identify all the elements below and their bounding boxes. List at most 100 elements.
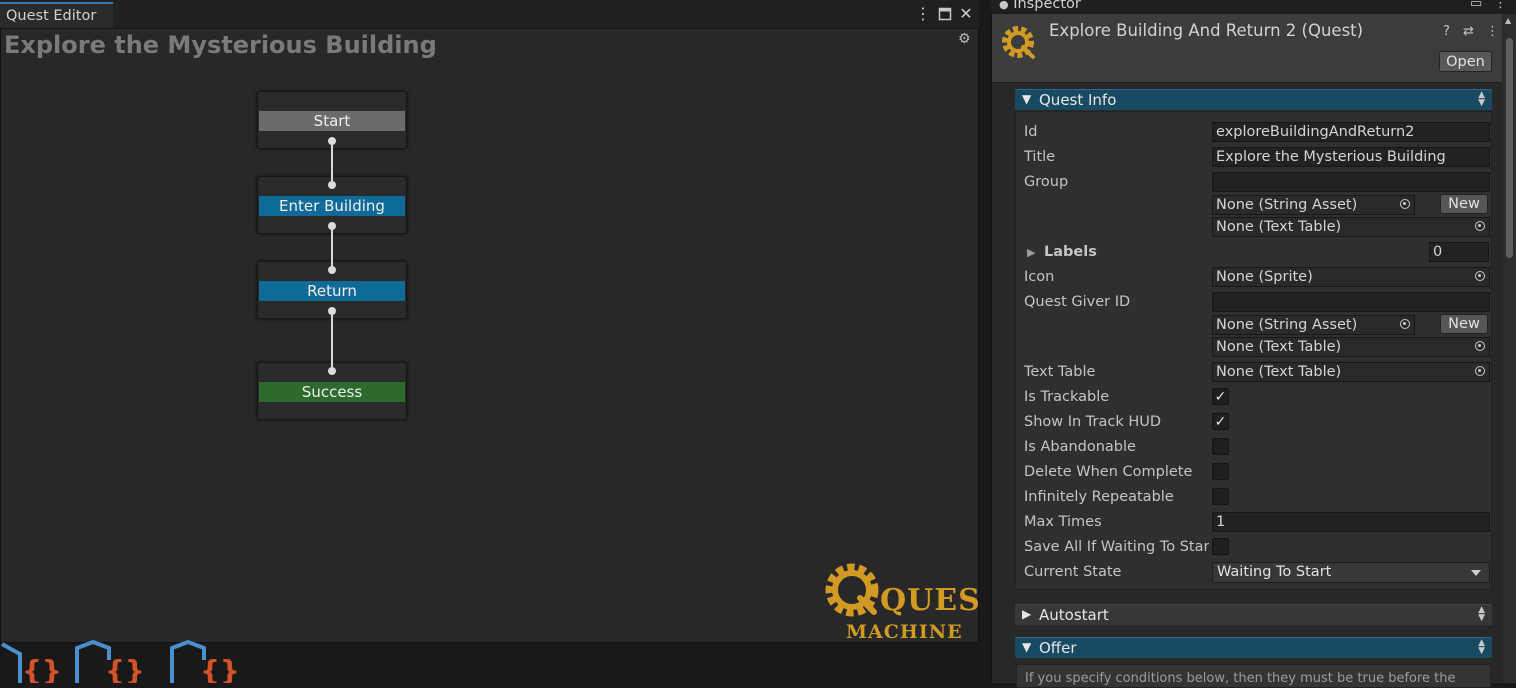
icon-value: None (Sprite) <box>1216 269 1313 285</box>
delete-when-complete-checkbox[interactable] <box>1212 463 1229 480</box>
group-text-table-field[interactable]: None (Text Table) <box>1212 217 1490 237</box>
current-state-label: Current State <box>1024 564 1122 580</box>
quest-giver-id-field[interactable] <box>1212 292 1490 312</box>
script-asset-icon: {} <box>75 640 145 683</box>
section-autostart[interactable]: ▶ Autostart ▲ ▼ <box>1015 604 1492 625</box>
more-icon[interactable]: ⋮ <box>1486 24 1499 39</box>
object-picker-icon[interactable] <box>1475 366 1485 376</box>
quest-asset-icon <box>1002 26 1035 59</box>
object-picker-icon[interactable] <box>1475 221 1485 231</box>
text-table-label: Text Table <box>1024 364 1096 380</box>
svg-text:QUEST: QUEST <box>880 583 980 618</box>
object-picker-icon[interactable] <box>1475 341 1485 351</box>
input-port[interactable] <box>328 181 336 189</box>
quest-giver-string-asset-value: None (String Asset) <box>1216 317 1358 333</box>
labels-foldout[interactable]: Labels <box>1044 244 1229 260</box>
inspector-object-name: Explore Building And Return 2 (Quest) <box>1049 21 1364 40</box>
is-trackable-label: Is Trackable <box>1024 389 1110 405</box>
show-in-track-hud-label: Show In Track HUD <box>1024 414 1162 430</box>
object-picker-icon[interactable] <box>1400 319 1410 329</box>
save-all-if-waiting-checkbox[interactable] <box>1212 538 1229 555</box>
current-state-value: Waiting To Start <box>1217 564 1332 580</box>
more-icon[interactable]: ⋮ <box>1494 0 1507 11</box>
output-port[interactable] <box>328 307 336 315</box>
node-label: Success <box>259 382 405 402</box>
section-label: Autostart <box>1039 606 1109 624</box>
is-abandonable-label: Is Abandonable <box>1024 439 1136 455</box>
reorder-icon: ▲ ▼ <box>1478 605 1485 623</box>
section-quest-info[interactable]: ▼ Quest Info ▲ ▼ <box>1015 89 1492 110</box>
quest-giver-new-button[interactable]: New <box>1440 314 1488 334</box>
text-table-value: None (Text Table) <box>1216 364 1342 380</box>
lock-icon[interactable]: ▭ <box>1470 0 1482 11</box>
group-new-button[interactable]: New <box>1440 194 1488 214</box>
id-field[interactable]: exploreBuildingAndReturn2 <box>1212 122 1490 142</box>
text-table-field[interactable]: None (Text Table) <box>1212 362 1490 382</box>
reorder-icon: ▲ ▼ <box>1478 90 1485 108</box>
tab-quest-editor[interactable]: Quest Editor <box>0 2 113 28</box>
current-state-dropdown[interactable]: Waiting To Start <box>1212 562 1490 583</box>
preset-icon[interactable]: ⇄ <box>1463 24 1474 39</box>
connection-wire <box>331 230 333 266</box>
collapsed-arrow-icon[interactable]: ▶ <box>1027 246 1035 259</box>
close-icon[interactable]: ✕ <box>957 5 975 23</box>
infinitely-repeatable-label: Infinitely Repeatable <box>1024 489 1174 505</box>
max-times-label: Max Times <box>1024 514 1102 530</box>
icon-field[interactable]: None (Sprite) <box>1212 267 1490 287</box>
scrollbar-thumb[interactable] <box>1506 38 1513 258</box>
expanded-arrow-icon: ▼ <box>1022 92 1032 106</box>
title-field[interactable]: Explore the Mysterious Building <box>1212 147 1490 167</box>
group-text-table-value: None (Text Table) <box>1216 219 1342 235</box>
quest-giver-text-table-value: None (Text Table) <box>1216 339 1342 355</box>
show-in-track-hud-checkbox[interactable]: ✓ <box>1212 413 1229 430</box>
node-label: Return <box>259 281 405 301</box>
open-button[interactable]: Open <box>1439 51 1492 72</box>
output-port[interactable] <box>328 222 336 230</box>
infinitely-repeatable-checkbox[interactable] <box>1212 488 1229 505</box>
script-asset-icon: {} <box>170 640 240 683</box>
section-offer[interactable]: ▼ Offer ▲ ▼ <box>1015 637 1492 658</box>
group-string-asset-field[interactable]: None (String Asset) <box>1212 195 1415 215</box>
script-asset-icon: {} <box>1 642 62 683</box>
quest-title: Explore the Mysterious Building <box>4 31 437 59</box>
save-all-if-waiting-label: Save All If Waiting To Star <box>1024 539 1209 555</box>
node-label: Enter Building <box>259 196 405 216</box>
quest-machine-logo: QUEST MACHINE <box>825 563 980 642</box>
group-label: Group <box>1024 174 1069 190</box>
input-port[interactable] <box>328 367 336 375</box>
id-label: Id <box>1024 124 1038 140</box>
is-trackable-checkbox[interactable]: ✓ <box>1212 388 1229 405</box>
is-abandonable-checkbox[interactable] <box>1212 438 1229 455</box>
quest-giver-string-asset-field[interactable]: None (String Asset) <box>1212 315 1415 335</box>
quest-editor-window <box>0 0 979 643</box>
input-port[interactable] <box>328 266 336 274</box>
object-picker-icon[interactable] <box>1475 271 1485 281</box>
quest-giver-id-label: Quest Giver ID <box>1024 294 1131 310</box>
object-picker-icon[interactable] <box>1400 199 1410 209</box>
svg-text:{}: {} <box>22 654 62 683</box>
output-port[interactable] <box>328 137 336 145</box>
group-string-asset-value: None (String Asset) <box>1216 197 1358 213</box>
connection-wire <box>331 315 333 367</box>
quest-giver-text-table-field[interactable]: None (Text Table) <box>1212 337 1490 357</box>
more-icon[interactable]: ⋮ <box>914 5 932 23</box>
gear-icon[interactable]: ⚙ <box>958 31 971 47</box>
svg-text:MACHINE: MACHINE <box>846 621 963 642</box>
group-field[interactable] <box>1212 172 1490 192</box>
info-icon: ● <box>999 0 1009 11</box>
help-icon[interactable]: ? <box>1443 24 1450 39</box>
title-label: Title <box>1024 149 1056 165</box>
offer-help-text: If you specify conditions below, then th… <box>1016 664 1491 688</box>
max-times-field[interactable]: 1 <box>1212 512 1490 532</box>
quest-editor-tabbar <box>0 0 979 29</box>
scroll-up-icon[interactable]: ▲ <box>1505 16 1511 25</box>
connection-wire <box>331 145 333 181</box>
maximize-icon[interactable] <box>936 5 954 23</box>
tab-inspector-label: Inspector <box>1013 0 1081 12</box>
checkmark-icon: ✓ <box>1214 414 1227 430</box>
icon-label: Icon <box>1024 269 1055 285</box>
chevron-down-icon <box>1471 570 1481 576</box>
labels-count-field[interactable]: 0 <box>1429 242 1489 262</box>
tab-inspector[interactable]: ● Inspector <box>999 0 1099 14</box>
delete-when-complete-label: Delete When Complete <box>1024 464 1193 480</box>
